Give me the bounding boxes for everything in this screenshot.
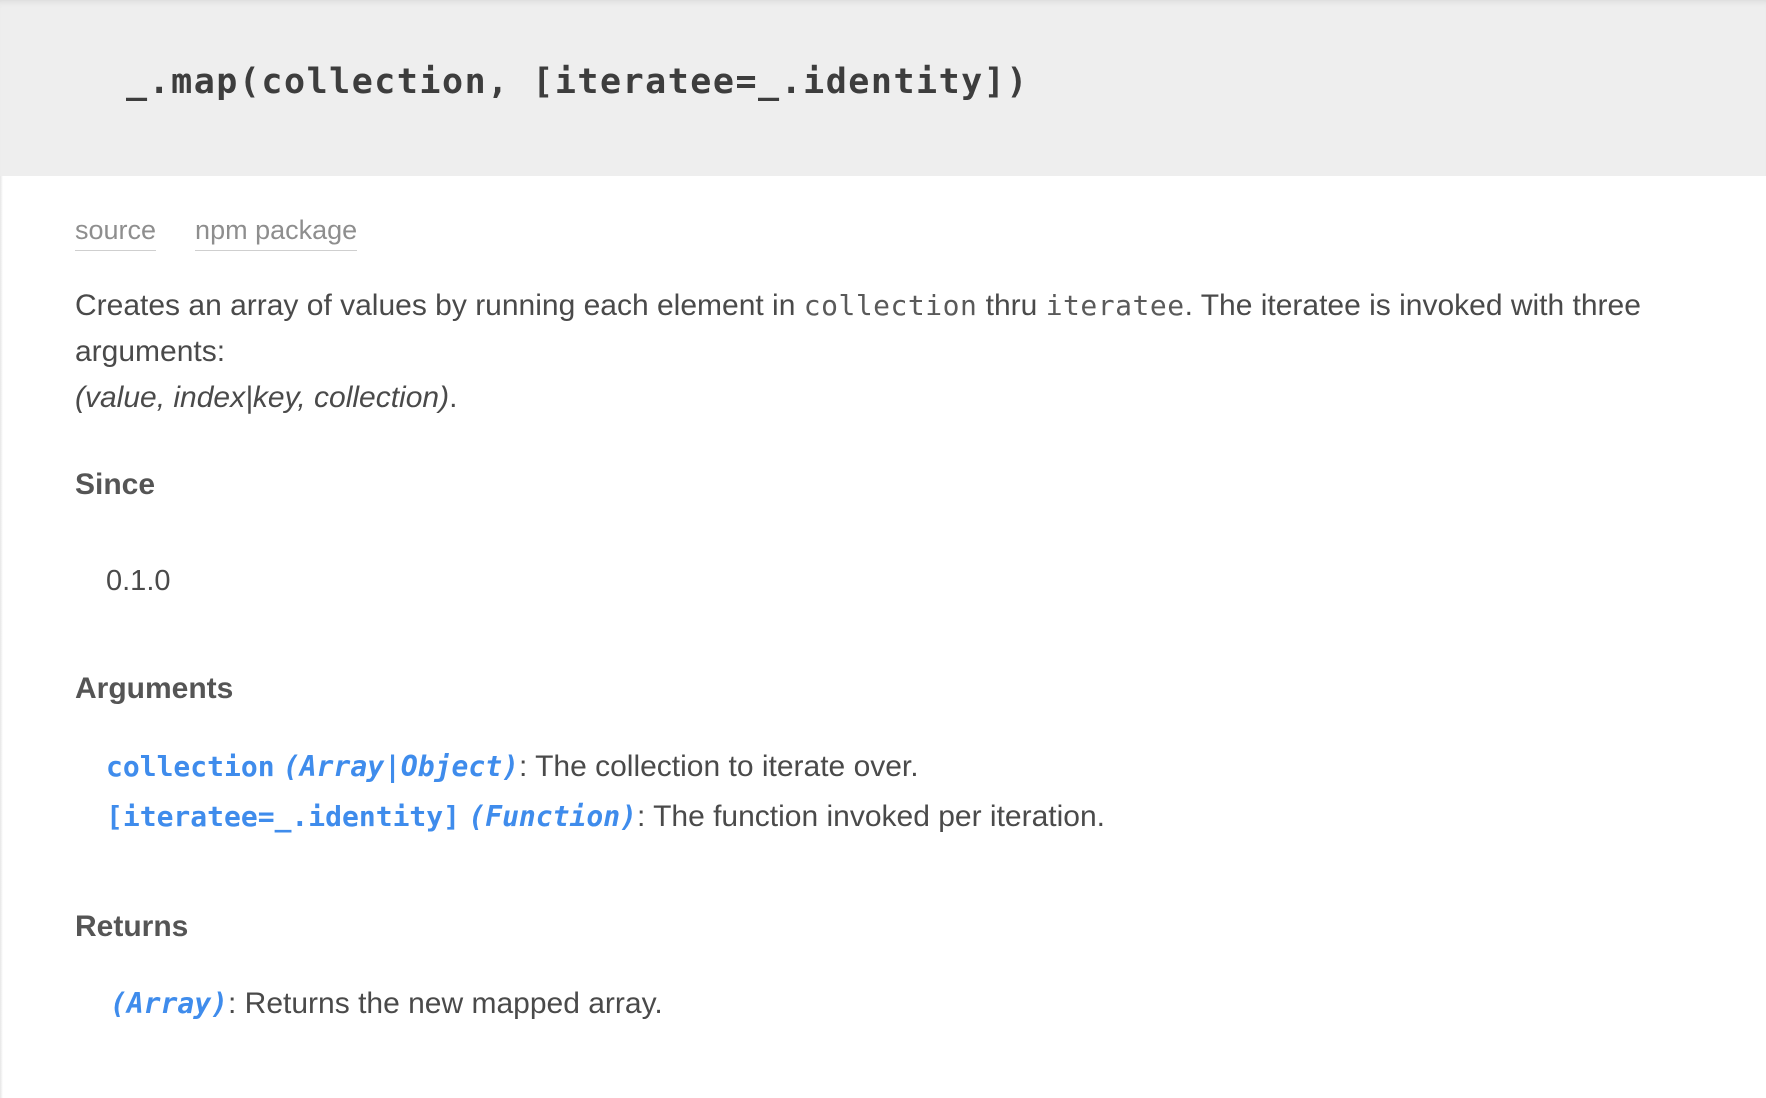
description: Creates an array of values by running ea… (75, 283, 1715, 421)
description-code-collection: collection (803, 289, 978, 322)
function-signature: _.map(collection, [iteratee=_.identity]) (126, 62, 1029, 102)
meta-links: source npm package (75, 214, 358, 252)
argument-item-iteratee: [iteratee=_.identity] (Function): The fu… (106, 800, 1105, 834)
argument-name: [iteratee=_.identity] (106, 800, 461, 833)
argument-type: (Array|Object) (282, 750, 519, 783)
returns-type: (Array) (110, 987, 229, 1020)
description-code-iteratee: iteratee (1045, 289, 1185, 322)
argument-description: : The function invoked per iteration. (636, 800, 1105, 833)
argument-name: collection (106, 750, 275, 783)
description-text: thru (977, 289, 1046, 322)
returns-description: : Returns the new mapped array. (228, 987, 663, 1020)
since-heading: Since (75, 468, 156, 501)
signature-header: _.map(collection, [iteratee=_.identity]) (0, 0, 1766, 176)
description-text: Creates an array of values by running ea… (75, 289, 804, 322)
returns-item: (Array): Returns the new mapped array. (110, 987, 663, 1021)
returns-heading: Returns (75, 910, 189, 943)
source-link[interactable]: source (75, 214, 157, 252)
argument-item-collection: collection (Array|Object): The collectio… (106, 750, 919, 784)
arguments-heading: Arguments (75, 672, 234, 705)
argument-description: : The collection to iterate over. (518, 750, 919, 783)
description-arguments-signature: (value, index|key, collection) (75, 381, 450, 414)
argument-type: (Function) (468, 800, 637, 833)
npm-package-link[interactable]: npm package (195, 214, 358, 252)
since-version: 0.1.0 (106, 565, 171, 597)
description-period: . (449, 381, 458, 414)
